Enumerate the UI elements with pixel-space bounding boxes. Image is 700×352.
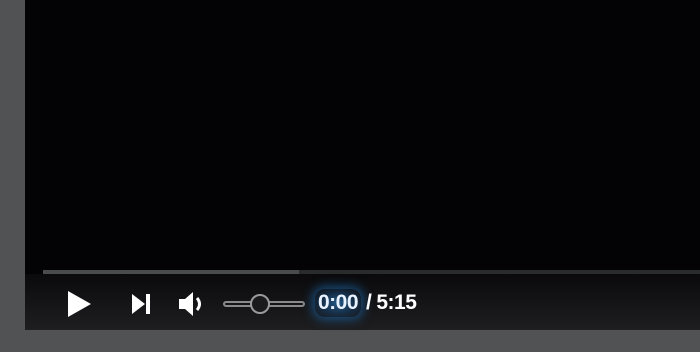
video-player[interactable]: 0:00 / 5:15 — [25, 0, 700, 330]
current-time: 0:00 — [315, 289, 362, 317]
time-separator: / — [366, 291, 372, 314]
control-bar: 0:00 / 5:15 — [25, 274, 700, 330]
duration: 5:15 — [376, 291, 417, 314]
next-button[interactable] — [125, 286, 157, 322]
mute-button[interactable] — [175, 286, 209, 322]
time-display: 0:00 / 5:15 — [315, 288, 417, 318]
play-button[interactable] — [61, 286, 97, 322]
volume-slider[interactable] — [223, 293, 305, 315]
volume-icon — [179, 292, 201, 316]
volume-thumb[interactable] — [249, 294, 270, 314]
skip-next-icon — [132, 294, 150, 314]
play-icon — [68, 291, 91, 317]
